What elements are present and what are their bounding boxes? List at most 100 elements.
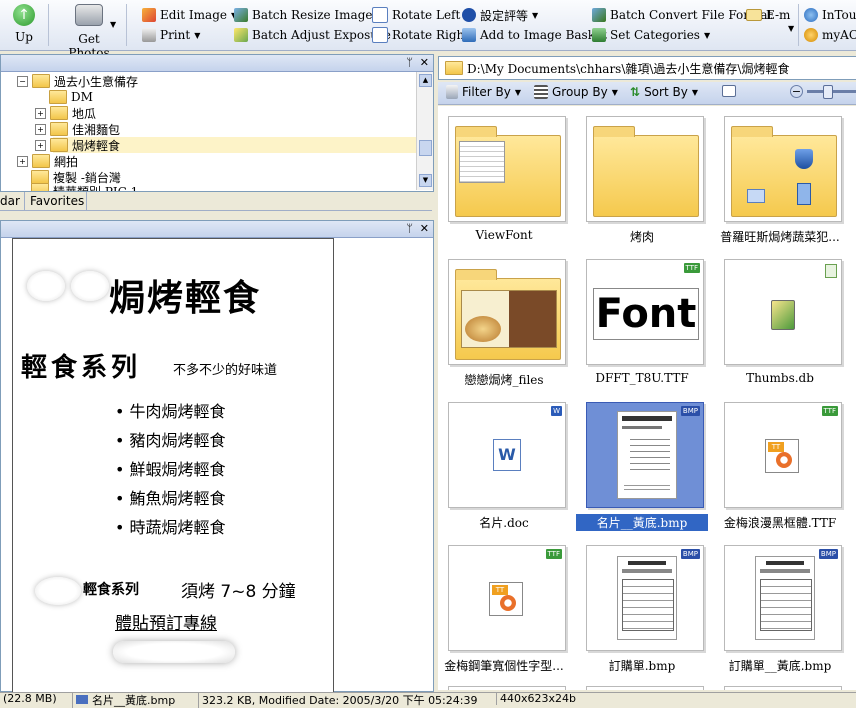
email-dropdown-arrow[interactable]: ▼	[788, 24, 794, 33]
preview-image: 焗烤輕食 輕食系列 不多不少的好味道 • 牛肉焗烤輕食 • 豬肉焗烤輕食 • 鮮…	[12, 238, 334, 693]
group-by-button[interactable]: Group By ▼	[534, 85, 618, 99]
set-categories-button[interactable]: Set Categories ▼	[592, 26, 710, 44]
file-thumbnail[interactable]	[724, 259, 842, 365]
expand-icon[interactable]: +	[35, 107, 46, 119]
file-item[interactable]: 普羅旺斯焗烤蔬菜犯...	[720, 112, 842, 252]
shield-icon	[795, 149, 813, 169]
tree-item-bakery[interactable]: + 佳湘麵包	[35, 121, 120, 137]
folder-icon	[50, 138, 68, 152]
rating-button[interactable]: 設定評等 ▼	[462, 6, 538, 24]
blurred-mark	[35, 577, 81, 605]
intouch-button[interactable]: InTouc	[804, 6, 856, 24]
file-thumbnail[interactable]: TT TTF	[724, 402, 842, 508]
edit-image-button[interactable]: Edit Image▼	[142, 6, 237, 24]
file-thumbnail[interactable]: WW	[448, 402, 566, 508]
rotate-left-button[interactable]: Rotate Left	[372, 6, 460, 24]
menu-item: • 鮪魚焗烤輕食	[115, 489, 226, 508]
pin-icon[interactable]: ᛘ	[406, 222, 413, 235]
batch-adjust-exposure-button[interactable]: Batch Adjust Exposure	[234, 26, 391, 44]
sort-by-button[interactable]: ⇅ Sort By ▼	[630, 85, 698, 99]
settings-file-icon	[771, 300, 795, 330]
edit-image-label: Edit Image	[160, 8, 227, 22]
file-item[interactable]: 戀戀焗烤_files	[444, 255, 566, 395]
file-thumbnail[interactable]	[448, 116, 566, 222]
file-item-partial[interactable]	[724, 686, 842, 690]
tree-item-dm[interactable]: DM	[49, 89, 93, 105]
tree-item-baked-snacks[interactable]: + 焗烤輕食	[35, 137, 120, 153]
tree-item-label: 網拍	[54, 154, 79, 169]
myacd-icon	[804, 28, 818, 42]
address-bar[interactable]: D:\My Documents\chhars\雜項\過去小生意備存\焗烤輕食	[438, 56, 856, 80]
view-mode-button[interactable]	[722, 85, 736, 97]
filter-by-button[interactable]: Filter By ▼	[446, 85, 521, 99]
expand-icon[interactable]: +	[17, 155, 28, 167]
filter-toolbar: Filter By ▼ Group By ▼ ⇅ Sort By ▼ −	[438, 82, 856, 105]
file-item[interactable]: BMP 名片__黃底.bmp	[576, 398, 708, 538]
up-arrow-icon: ↑	[13, 4, 35, 26]
file-item[interactable]: TT TTF 金梅浪漫黑框體.TTF	[720, 398, 842, 538]
scroll-up-icon[interactable]: ▲	[419, 74, 432, 87]
file-thumbnail[interactable]: TT TTF	[448, 545, 566, 651]
preview-subtitle: 輕食系列	[21, 353, 142, 383]
get-photos-dropdown-arrow[interactable]: ▼	[110, 20, 116, 29]
file-item[interactable]: TT TTF 金梅鋼筆寬個性字型...	[444, 541, 566, 681]
pin-icon[interactable]: ᛘ	[406, 56, 413, 69]
file-item[interactable]: 烤肉	[582, 112, 704, 252]
file-item[interactable]: Font TTF DFFT_T8U.TTF	[582, 255, 704, 395]
zoom-slider[interactable]: −	[790, 85, 856, 99]
tab-favorites[interactable]: Favorites	[30, 194, 84, 208]
file-item[interactable]: W W 名片.doc	[444, 398, 566, 538]
scroll-thumb[interactable]	[419, 140, 432, 156]
file-item[interactable]: BMP 訂購單.bmp	[582, 541, 704, 681]
file-item[interactable]: BMP 訂購單__黃底.bmp	[720, 541, 842, 681]
email-button[interactable]: E-m	[746, 6, 790, 24]
batch-resize-button[interactable]: Batch Resize Images	[234, 6, 379, 24]
folder-icon	[50, 106, 68, 120]
status-file: 名片__黃底.bmp	[72, 692, 175, 708]
file-item[interactable]: ViewFont	[444, 112, 566, 252]
file-thumbnail[interactable]	[724, 116, 842, 222]
tree-scrollbar[interactable]: ▲ ▼	[416, 72, 433, 190]
preview-header: ᛘ ✕	[1, 221, 433, 238]
file-thumbnail[interactable]	[586, 116, 704, 222]
batch-adjust-label: Batch Adjust Exposure	[252, 28, 391, 42]
file-thumbnail[interactable]	[448, 259, 566, 365]
file-thumbnail[interactable]: BMP	[586, 545, 704, 651]
file-item-partial[interactable]	[448, 686, 566, 690]
add-to-basket-button[interactable]: Add to Image Basket	[462, 26, 607, 44]
envelope-icon	[746, 9, 762, 21]
tree-item-online-shop[interactable]: + 網拍	[17, 153, 78, 169]
tab-calendar[interactable]: dar	[0, 194, 20, 208]
print-button[interactable]: Print ▼	[142, 26, 200, 44]
tree-item-partial[interactable]: 精華類別 PIC 1	[31, 183, 138, 191]
up-button[interactable]: ↑ Up	[4, 4, 44, 44]
file-thumbnail[interactable]: Font TTF	[586, 259, 704, 365]
zoom-track[interactable]	[807, 85, 856, 99]
status-dimensions: 440x623x24b	[496, 692, 576, 705]
close-pane-icon[interactable]: ✕	[420, 222, 429, 235]
zoom-thumb[interactable]	[823, 85, 833, 99]
collapse-icon[interactable]: −	[17, 75, 28, 87]
folder-tree-header: ᛘ ✕	[1, 55, 433, 72]
zoom-out-icon[interactable]: −	[790, 85, 803, 98]
rotate-left-icon	[372, 7, 388, 23]
tree-item-sweet-potato[interactable]: + 地瓜	[35, 105, 96, 121]
expand-icon[interactable]: +	[35, 123, 46, 135]
rotate-right-button[interactable]: Rotate Right	[372, 26, 469, 44]
file-name-label: Thumbs.db	[746, 371, 814, 385]
file-thumbnail[interactable]: BMP	[724, 545, 842, 651]
truetype-font-icon: TT	[489, 582, 523, 616]
expand-icon[interactable]: +	[35, 139, 46, 151]
scroll-down-icon[interactable]: ▼	[419, 174, 432, 187]
tree-item-past-business[interactable]: − 過去小生意備存	[17, 73, 138, 89]
close-pane-icon[interactable]: ✕	[420, 56, 429, 69]
blurred-mark	[113, 641, 235, 663]
get-photos-button[interactable]: Get Photos	[56, 4, 122, 60]
file-item[interactable]: Thumbs.db	[720, 255, 842, 395]
file-item-partial[interactable]	[586, 686, 704, 690]
myacd-label: myACI	[822, 28, 856, 42]
word-doc-icon: W	[493, 439, 521, 471]
myacd-button[interactable]: myACI	[804, 26, 856, 44]
dropdown-arrow-icon: ▼	[703, 30, 711, 40]
file-thumbnail[interactable]: BMP	[586, 402, 704, 508]
